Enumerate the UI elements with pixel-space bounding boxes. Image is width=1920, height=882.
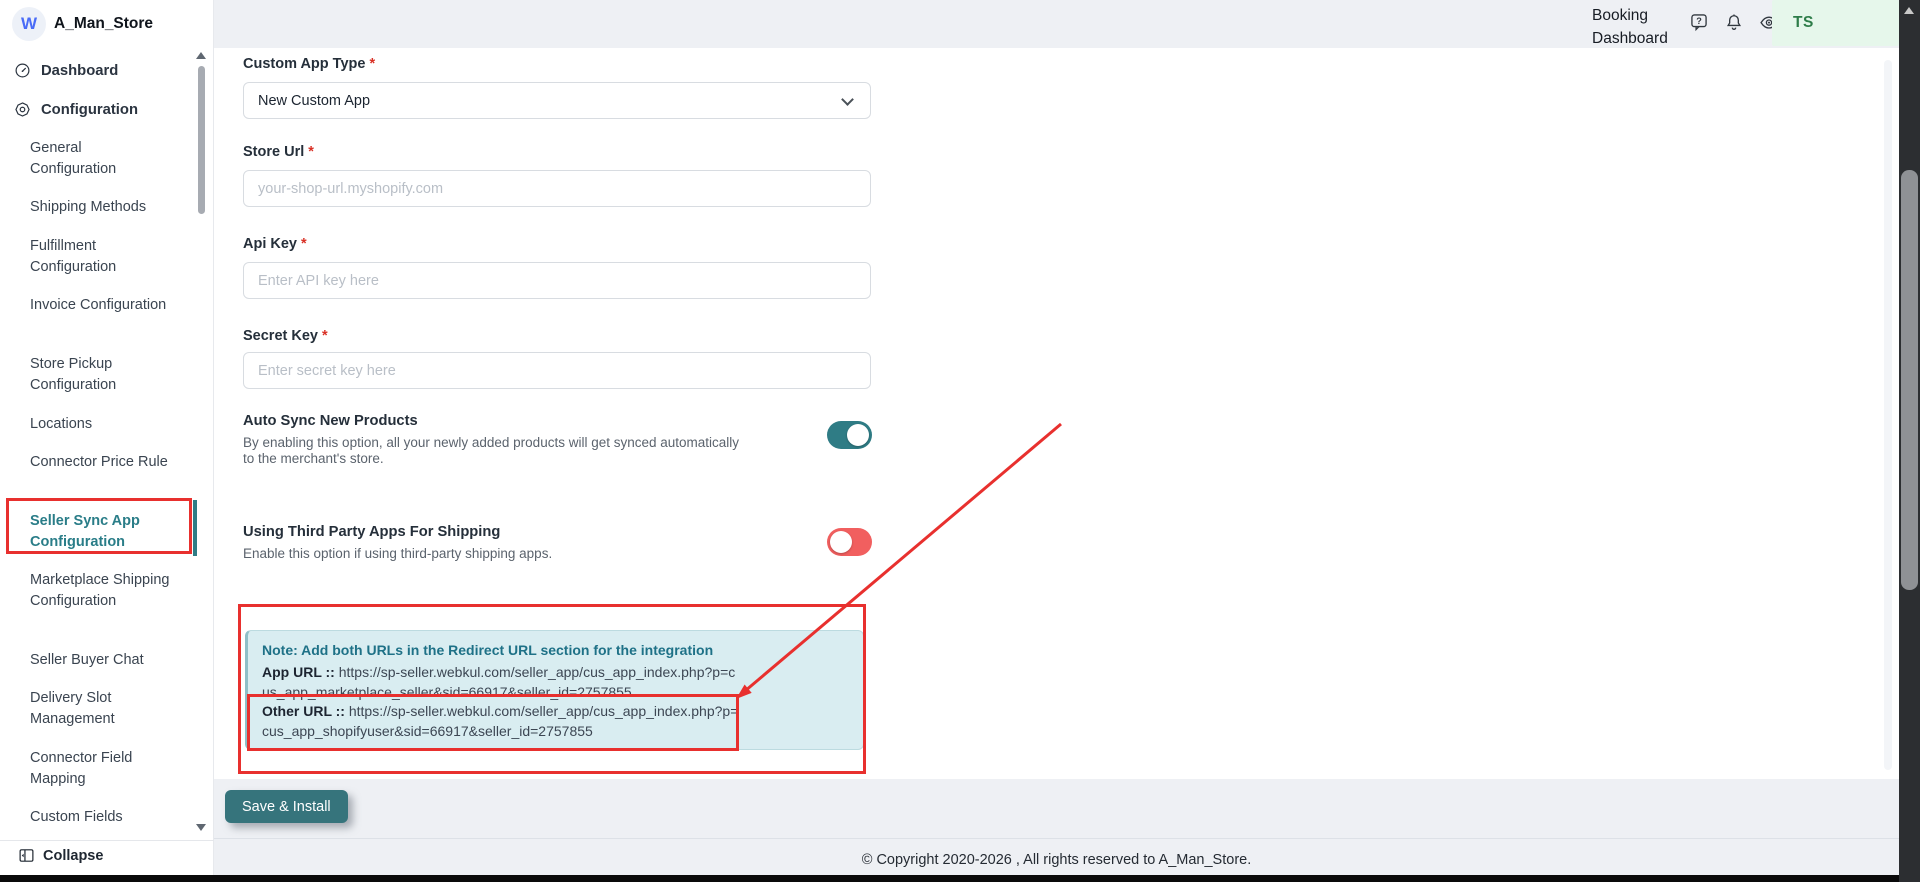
active-item-indicator bbox=[193, 500, 197, 556]
copyright-text: © Copyright 2020-2026 , All rights reser… bbox=[861, 852, 1252, 868]
avatar-initials: TS bbox=[1793, 14, 1814, 31]
sidebar-item-label: Configuration bbox=[41, 101, 138, 118]
secret-key-input[interactable] bbox=[243, 352, 871, 389]
sidebar-item-locations[interactable]: Locations bbox=[30, 414, 170, 435]
sidebar-item-dashboard[interactable]: Dashboard bbox=[14, 62, 118, 79]
required-asterisk: * bbox=[321, 328, 328, 344]
sidebar-item-configuration[interactable]: Configuration bbox=[14, 101, 138, 118]
app-url-line: App URL :: https://sp-seller.webkul.com/… bbox=[262, 663, 740, 702]
api-key-input[interactable] bbox=[243, 262, 871, 299]
sidebar-item-label: Dashboard bbox=[41, 62, 119, 79]
redirect-url-note: Note: Add both URLs in the Redirect URL … bbox=[245, 630, 864, 750]
browser-scrollbar[interactable] bbox=[1899, 0, 1920, 882]
store-name: A_Man_Store bbox=[54, 15, 154, 32]
selected-value: New Custom App bbox=[258, 92, 371, 109]
required-asterisk: * bbox=[301, 236, 307, 252]
help-chat-icon[interactable]: ? bbox=[1689, 12, 1709, 32]
bell-icon[interactable] bbox=[1724, 12, 1744, 32]
sidebar-item-delivery-slot-management[interactable]: Delivery Slot Management bbox=[30, 688, 170, 729]
sidebar-item-fulfillment-configuration[interactable]: Fulfillment Configuration bbox=[30, 236, 170, 277]
third-party-shipping-toggle[interactable] bbox=[827, 528, 872, 556]
collapse-label: Collapse bbox=[43, 847, 104, 864]
sidebar-item-connector-price-rule[interactable]: Connector Price Rule bbox=[30, 452, 170, 473]
app-window: W A_Man_Store Dashboard Configuration Ge… bbox=[0, 0, 1920, 882]
sidebar-scroll-up-arrow[interactable] bbox=[196, 52, 206, 59]
collapse-divider bbox=[0, 840, 214, 841]
auto-sync-toggle[interactable] bbox=[827, 421, 872, 449]
auto-sync-label: Auto Sync New Products bbox=[243, 413, 418, 429]
sidebar-item-store-pickup-configuration[interactable]: Store Pickup Configuration bbox=[30, 354, 170, 395]
chevron-down-icon bbox=[841, 93, 854, 106]
sidebar-item-invoice-configuration[interactable]: Invoice Configuration bbox=[30, 295, 170, 316]
note-title: Note: Add both URLs in the Redirect URL … bbox=[262, 642, 714, 658]
toggle-knob bbox=[830, 531, 852, 553]
required-asterisk: * bbox=[369, 56, 376, 72]
third-party-shipping-description: Enable this option if using third-party … bbox=[243, 546, 553, 561]
sidebar-item-connector-field-mapping[interactable]: Connector Field Mapping bbox=[30, 748, 170, 789]
app-url-label: App URL :: bbox=[262, 664, 335, 680]
store-url-input[interactable] bbox=[243, 170, 871, 207]
sidebar: W A_Man_Store Dashboard Configuration Ge… bbox=[0, 0, 214, 875]
user-avatar[interactable]: TS bbox=[1772, 0, 1899, 46]
svg-text:?: ? bbox=[1696, 16, 1702, 26]
content-scrollbar-track[interactable] bbox=[1884, 60, 1892, 770]
sidebar-item-general-configuration[interactable]: General Configuration bbox=[30, 138, 170, 179]
scrollbar-thumb[interactable] bbox=[1901, 170, 1918, 590]
other-url-line: Other URL :: https://sp-seller.webkul.co… bbox=[262, 702, 740, 741]
sidebar-item-shipping-methods[interactable]: Shipping Methods bbox=[30, 197, 170, 218]
store-logo: W bbox=[12, 7, 46, 41]
auto-sync-description: By enabling this option, all your newly … bbox=[243, 435, 740, 466]
gauge-icon bbox=[15, 63, 30, 78]
window-bottom-edge bbox=[0, 875, 1920, 882]
collapse-panel-icon bbox=[19, 849, 34, 862]
gear-icon bbox=[15, 102, 30, 117]
third-party-shipping-label: Using Third Party Apps For Shipping bbox=[243, 524, 501, 540]
api-key-label: Api Key * bbox=[243, 236, 307, 252]
sidebar-scrollbar-thumb[interactable] bbox=[198, 66, 205, 214]
custom-app-type-label: Custom App Type * bbox=[243, 56, 376, 72]
other-url-label: Other URL :: bbox=[262, 703, 345, 719]
brand-header[interactable]: W A_Man_Store bbox=[0, 0, 214, 50]
sidebar-item-seller-buyer-chat[interactable]: Seller Buyer Chat bbox=[30, 650, 170, 671]
toggle-knob bbox=[847, 424, 869, 446]
scrollbar-up-arrow[interactable] bbox=[1904, 7, 1914, 14]
collapse-button[interactable]: Collapse bbox=[18, 847, 103, 864]
sidebar-item-seller-sync-app-configuration[interactable]: Seller Sync App Configuration bbox=[30, 511, 170, 552]
sidebar-item-custom-fields[interactable]: Custom Fields bbox=[30, 807, 170, 828]
sidebar-item-marketplace-shipping-configuration[interactable]: Marketplace Shipping Configuration bbox=[30, 570, 170, 611]
secret-key-label: Secret Key * bbox=[243, 328, 328, 344]
required-asterisk: * bbox=[308, 144, 314, 160]
sidebar-scroll-down-arrow[interactable] bbox=[196, 824, 206, 831]
save-install-button[interactable]: Save & Install bbox=[225, 790, 348, 823]
custom-app-type-select[interactable]: New Custom App bbox=[243, 82, 871, 119]
store-url-label: Store Url * bbox=[243, 144, 314, 160]
footer-divider bbox=[214, 838, 1899, 839]
booking-dashboard-link[interactable]: Booking Dashboard bbox=[1592, 4, 1680, 50]
